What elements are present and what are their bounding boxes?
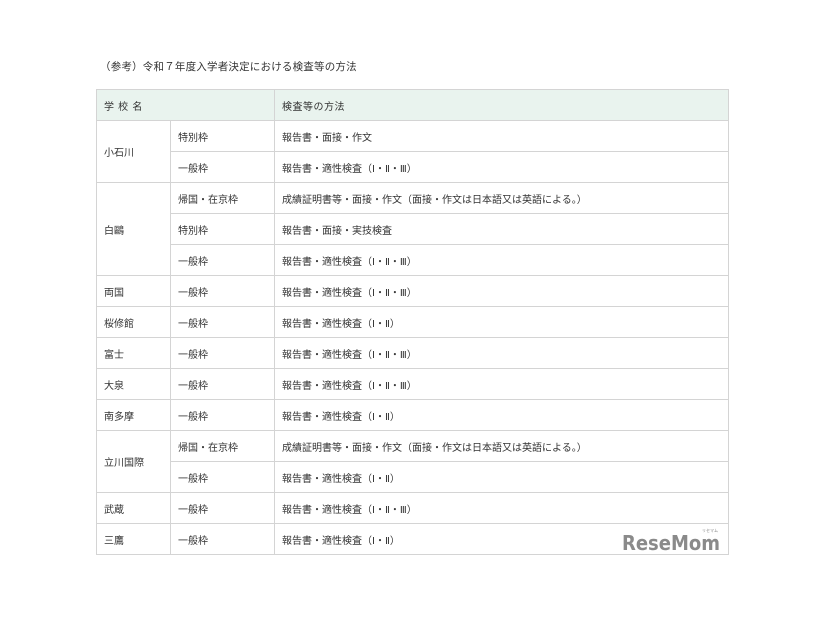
table-row: 両国 一般枠 報告書・適性検査（Ⅰ・Ⅱ・Ⅲ） [96,275,730,307]
logo-text: ReseMom [622,531,720,553]
table-row: 武蔵 一般枠 報告書・適性検査（Ⅰ・Ⅱ・Ⅲ） [96,492,730,524]
admission-category-cell: 一般枠 [169,151,276,183]
school-name-cell: 立川国際 [96,430,171,493]
exam-method-cell: 報告書・面接・作文 [274,120,730,152]
exam-method-cell: 報告書・適性検査（Ⅰ・Ⅱ・Ⅲ） [274,151,730,183]
table-row: 一般枠 報告書・適性検査（Ⅰ・Ⅱ・Ⅲ） [97,244,730,276]
admission-category-cell: 一般枠 [169,244,276,276]
admission-category-cell: 一般枠 [169,275,276,307]
table-row: 一般枠 報告書・適性検査（Ⅰ・Ⅱ） [97,461,730,493]
exam-methods-table: 学 校 名 検査等の方法 小石川 特別枠 報告書・面接・作文 一般枠 報告書・適性検査（… [95,89,730,555]
school-name-cell: 白鷗 [96,182,171,276]
exam-method-cell: 成績証明書等・面接・作文（面接・作文は日本語又は英語による。） [274,182,730,214]
exam-method-cell: 成績証明書等・面接・作文（面接・作文は日本語又は英語による。） [274,430,730,462]
school-name-cell: 両国 [96,275,171,307]
admission-category-cell: 一般枠 [169,461,276,493]
exam-method-cell: 報告書・適性検査（Ⅰ・Ⅱ） [274,399,730,431]
exam-method-cell: 報告書・適性検査（Ⅰ・Ⅱ・Ⅲ） [274,368,730,400]
admission-category-cell: 一般枠 [169,523,276,555]
table-row: 白鷗 帰国・在京枠 成績証明書等・面接・作文（面接・作文は日本語又は英語による。） [96,182,730,276]
admission-category-cell: 特別枠 [169,120,276,152]
admission-category-cell: 一般枠 [169,492,276,524]
exam-method-cell: 報告書・適性検査（Ⅰ・Ⅱ・Ⅲ） [274,337,730,369]
school-name-cell: 三鷹 [96,523,171,555]
exam-method-cell: 報告書・適性検査（Ⅰ・Ⅱ） [274,306,730,338]
school-name-cell: 大泉 [96,368,171,400]
exam-method-cell: 報告書・適性検査（Ⅰ・Ⅱ・Ⅲ） [274,244,730,276]
table-row: 桜修館 一般枠 報告書・適性検査（Ⅰ・Ⅱ） [96,306,730,338]
admission-category-cell: 帰国・在京枠 [169,182,276,214]
header-school-name: 学 校 名 [95,89,276,121]
document-caption: （参考）令和７年度入学者決定における検査等の方法 [100,61,357,73]
exam-method-cell: 報告書・適性検査（Ⅰ・Ⅱ・Ⅲ） [274,275,730,307]
table-row: 立川国際 帰国・在京枠 成績証明書等・面接・作文（面接・作文は日本語又は英語による。… [96,430,730,493]
admission-category-cell: 特別枠 [169,213,276,245]
admission-category-cell: 一般枠 [169,337,276,369]
table-row: 小石川 特別枠 報告書・面接・作文 [96,120,730,183]
school-name-cell: 富士 [96,337,171,369]
table-row: 一般枠 報告書・適性検査（Ⅰ・Ⅱ・Ⅲ） [97,151,730,183]
table-row: 大泉 一般枠 報告書・適性検査（Ⅰ・Ⅱ・Ⅲ） [96,368,730,400]
admission-category-cell: 一般枠 [169,368,276,400]
exam-method-cell: 報告書・適性検査（Ⅰ・Ⅱ） [274,461,730,493]
exam-method-cell: 報告書・適性検査（Ⅰ・Ⅱ・Ⅲ） [274,492,730,524]
admission-category-cell: 帰国・在京枠 [169,430,276,462]
table-row: 特別枠 報告書・面接・実技検査 [97,213,730,245]
resemom-logo: リセマム ReseMom [622,528,720,553]
table-body: 小石川 特別枠 報告書・面接・作文 一般枠 報告書・適性検査（Ⅰ・Ⅱ・Ⅲ） 白鷗 帰国・在京… [96,120,730,555]
school-name-cell: 小石川 [96,120,171,183]
table-row: 南多摩 一般枠 報告書・適性検査（Ⅰ・Ⅱ） [96,399,730,431]
admission-category-cell: 一般枠 [169,306,276,338]
school-name-cell: 南多摩 [96,399,171,431]
admission-category-cell: 一般枠 [169,399,276,431]
exam-method-cell: 報告書・面接・実技検査 [274,213,730,245]
page: （参考）令和７年度入学者決定における検査等の方法 学 校 名 検査等の方法 小石… [0,0,826,620]
table-header-row: 学 校 名 検査等の方法 [95,89,730,121]
table-row: 富士 一般枠 報告書・適性検査（Ⅰ・Ⅱ・Ⅲ） [96,337,730,369]
school-name-cell: 武蔵 [96,492,171,524]
school-name-cell: 桜修館 [96,306,171,338]
header-exam-method: 検査等の方法 [274,89,730,121]
